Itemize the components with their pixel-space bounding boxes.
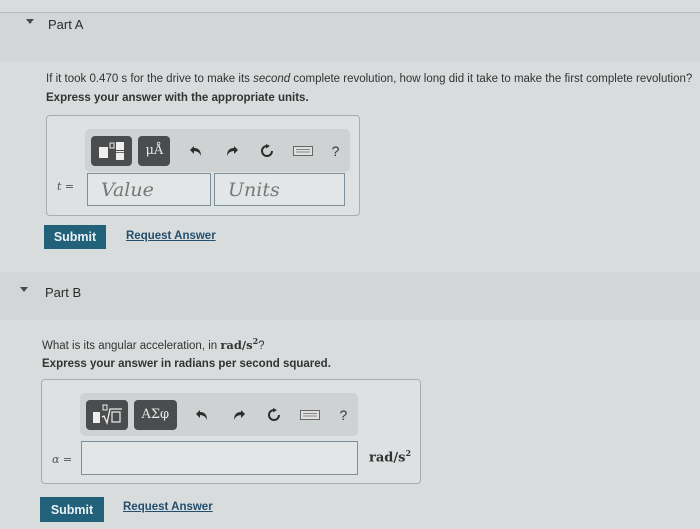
part-a-question: If it took 0.470 s for the drive to make…: [46, 73, 692, 85]
part-b-header-band: [0, 272, 700, 320]
math-toolbar: μÅ ?: [85, 129, 350, 172]
variable-label-t: t =: [57, 180, 75, 193]
collapse-caret-icon[interactable]: [26, 19, 34, 24]
part-a-submit-button[interactable]: Submit: [44, 225, 106, 249]
part-b-title: Part B: [45, 285, 82, 300]
keyboard-icon[interactable]: [292, 409, 329, 420]
question-text: If it took 0.470 s for the drive to make…: [46, 73, 254, 85]
part-a-title: Part A: [48, 17, 84, 32]
answer-input[interactable]: [81, 441, 358, 475]
part-a-instruction: Express your answer with the appropriate…: [46, 92, 309, 104]
value-input[interactable]: Value: [87, 173, 211, 206]
collapse-caret-icon[interactable]: [20, 287, 28, 292]
radical-template-icon: [92, 404, 122, 425]
question-text-end: complete revolution, how long did it tak…: [290, 73, 693, 85]
keyboard-icon[interactable]: [284, 145, 321, 156]
part-b-answer-box: ΑΣφ ? α = rad/s2: [41, 379, 421, 484]
fraction-template-button[interactable]: [91, 135, 133, 166]
question-unit: rad/s2: [220, 336, 258, 352]
part-b-header[interactable]: Part B: [20, 285, 81, 300]
part-a-header[interactable]: Part A: [26, 17, 83, 32]
part-b-request-answer-link[interactable]: Request Answer: [123, 501, 213, 513]
part-a-answer-box: μÅ ? t = Value Units: [46, 115, 360, 216]
part-b-submit-button[interactable]: Submit: [40, 497, 104, 522]
question-text: What is its angular acceleration, in: [42, 339, 221, 352]
variable-label-alpha: α =: [52, 453, 73, 466]
part-a-header-band: [0, 13, 700, 61]
redo-icon[interactable]: [222, 409, 257, 421]
unit-exponent: 2: [405, 448, 412, 458]
question-text-end: ?: [258, 339, 265, 352]
undo-icon[interactable]: [183, 409, 222, 421]
math-toolbar: ΑΣφ ?: [80, 393, 358, 436]
part-b-question: What is its angular acceleration, in rad…: [42, 336, 265, 352]
units-button[interactable]: μÅ: [138, 135, 171, 166]
unit-base: rad/s: [220, 337, 253, 352]
reset-icon[interactable]: [257, 407, 292, 422]
units-input[interactable]: Units: [214, 173, 345, 206]
unit-base: rad/s: [369, 450, 406, 466]
symbols-button[interactable]: ΑΣφ: [133, 399, 177, 430]
question-emphasis: second: [253, 73, 291, 85]
radical-template-button[interactable]: [86, 399, 128, 430]
part-a-request-answer-link[interactable]: Request Answer: [126, 230, 216, 242]
undo-icon[interactable]: [176, 145, 215, 157]
reset-icon[interactable]: [250, 143, 285, 158]
help-button[interactable]: ?: [329, 407, 358, 423]
answer-unit-label: rad/s2: [369, 448, 411, 465]
fraction-template-icon: [98, 141, 124, 160]
redo-icon[interactable]: [215, 145, 250, 157]
part-b-instruction: Express your answer in radians per secon…: [42, 358, 331, 370]
help-button[interactable]: ?: [321, 143, 350, 159]
